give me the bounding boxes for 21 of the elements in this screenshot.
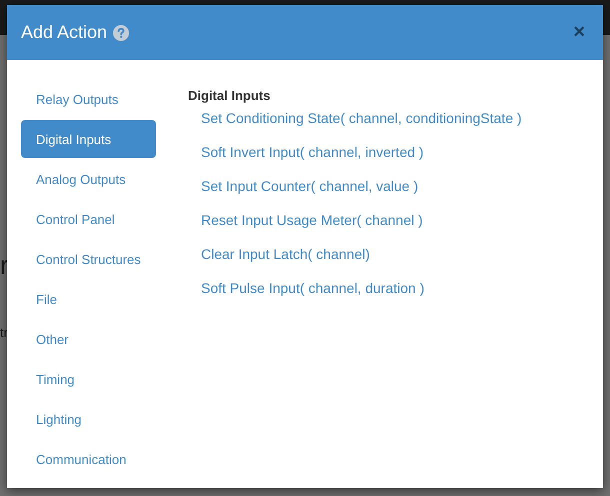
category-tab[interactable]: Digital Inputs [21, 120, 156, 158]
action-link[interactable]: Set Conditioning State( channel, conditioningState ) [201, 110, 522, 144]
action-link[interactable]: Soft Pulse Input( channel, duration ) [201, 280, 424, 314]
action-link[interactable]: Soft Invert Input( channel, inverted ) [201, 144, 424, 178]
category-tab[interactable]: Relay Outputs [21, 80, 156, 118]
category-tab[interactable]: Analog Outputs [21, 160, 156, 198]
help-icon[interactable] [113, 24, 130, 40]
action-link[interactable]: Clear Input Latch( channel) [201, 246, 370, 280]
close-button[interactable]: × [569, 21, 589, 44]
category-tab[interactable]: Lighting [21, 400, 156, 438]
page-text: tr [0, 325, 8, 340]
category-tab[interactable]: File [21, 280, 156, 318]
action-link[interactable]: Reset Input Usage Meter( channel ) [201, 212, 423, 246]
action-link[interactable]: Set Input Counter( channel, value ) [201, 178, 418, 212]
dialog-title: Add Action [21, 22, 108, 43]
category-tab[interactable]: Communication [21, 440, 156, 478]
category-tab[interactable]: Control Structures [21, 240, 156, 278]
category-tab[interactable]: Other [21, 320, 156, 358]
category-tab[interactable]: Control Panel [21, 200, 156, 238]
category-tab[interactable]: Timing [21, 360, 156, 398]
section-heading: Digital Inputs [188, 88, 270, 103]
